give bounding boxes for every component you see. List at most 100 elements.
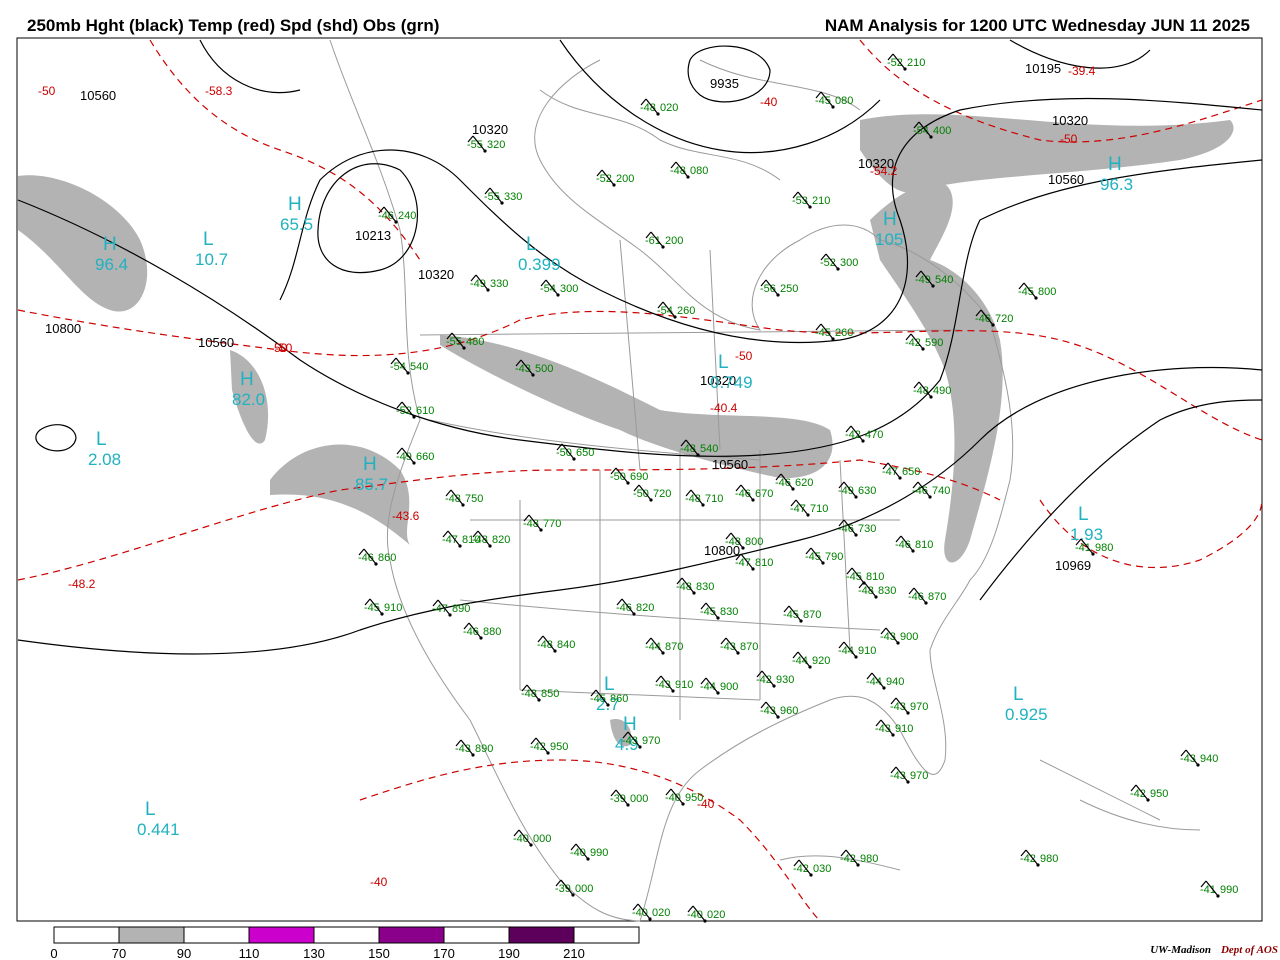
- obs-height: 660: [416, 451, 434, 463]
- station-obs: -56 250: [760, 279, 798, 297]
- height-label: 10195: [1025, 61, 1061, 76]
- station-obs: -42 470: [845, 425, 883, 443]
- obs-height: 910: [675, 679, 693, 691]
- obs-height: 610: [416, 405, 434, 417]
- obs-height: 970: [910, 770, 928, 782]
- station-obs: -48 540: [680, 439, 718, 457]
- station-obs: -44 940: [866, 672, 904, 690]
- low-center-symbol: L: [526, 234, 537, 255]
- obs-height: 210: [812, 195, 830, 207]
- station-obs: -61 200: [645, 231, 683, 249]
- obs-height: 910: [858, 645, 876, 657]
- colorbar-tick-label: 150: [368, 946, 390, 960]
- colorbar-segment: [443, 926, 510, 944]
- colorbar-segment: [313, 926, 380, 944]
- obs-height: 990: [590, 847, 608, 859]
- station-obs: -47 810: [735, 553, 773, 571]
- station-obs: -41 980: [1075, 538, 1113, 556]
- obs-height: 030: [813, 863, 831, 875]
- obs-height: 950: [550, 741, 568, 753]
- station-obs: -52 210: [887, 53, 925, 71]
- station-obs: -55 320: [467, 135, 505, 153]
- station-obs: -54 400: [913, 121, 951, 139]
- station-obs: -43 960: [760, 701, 798, 719]
- obs-height: 020: [707, 909, 725, 921]
- low-center-symbol: L: [203, 229, 214, 250]
- obs-height: 650: [576, 447, 594, 459]
- center-value: 105: [875, 230, 903, 249]
- credit-institution: UW-Madison: [1150, 944, 1211, 956]
- station-obs: -48 830: [858, 581, 896, 599]
- obs-height: 240: [398, 210, 416, 222]
- station-obs: -45 810: [846, 567, 884, 585]
- station-obs: -43 910: [655, 675, 693, 693]
- colorbar-segment: [53, 926, 120, 944]
- obs-height: 710: [705, 493, 723, 505]
- obs-height: 020: [660, 102, 678, 114]
- obs-height: 770: [543, 518, 561, 530]
- station-obs: -45 830: [700, 602, 738, 620]
- obs-height: 320: [487, 139, 505, 151]
- obs-height: 260: [677, 305, 695, 317]
- center-value: 96.4: [95, 255, 128, 274]
- station-obs: -49 330: [470, 274, 508, 292]
- height-label: 10800: [45, 321, 81, 336]
- station-obs: -42 030: [793, 859, 831, 877]
- station-obs: -44 870: [645, 637, 683, 655]
- colorbar-tick-label: 110: [239, 946, 260, 960]
- station-obs: -43 970: [622, 731, 660, 749]
- center-value: 0.399: [518, 255, 561, 274]
- obs-height: 810: [866, 571, 884, 583]
- station-obs: -46 880: [463, 622, 501, 640]
- obs-height: 330: [504, 191, 522, 203]
- station-obs: -43 970: [890, 697, 928, 715]
- height-label: 10320: [418, 267, 454, 282]
- obs-height: 540: [935, 274, 953, 286]
- obs-height: 730: [858, 523, 876, 535]
- obs-height: 020: [652, 907, 670, 919]
- station-obs: -40 990: [570, 843, 608, 861]
- station-obs: -40 020: [632, 903, 670, 921]
- speed-colorbar: 0 70 90 110 130 150 170 190 210: [50, 926, 640, 960]
- station-obs: -40 000: [513, 829, 551, 847]
- obs-height: 990: [1220, 884, 1238, 896]
- station-obs: -43 910: [875, 719, 913, 737]
- obs-height: 830: [720, 606, 738, 618]
- station-obs: -45 910: [364, 598, 402, 616]
- temperature-label: -48.2: [68, 577, 96, 591]
- station-obs: -47 650: [882, 462, 920, 480]
- station-obs: -40 020: [687, 905, 725, 923]
- station-obs: -42 980: [840, 849, 878, 867]
- obs-height: 260: [835, 327, 853, 339]
- colorbar-tick-label: 190: [498, 946, 520, 960]
- obs-height: 000: [575, 883, 593, 895]
- credit: UW-Madison Dept of AOS: [1150, 944, 1278, 956]
- obs-height: 950: [685, 792, 703, 804]
- colorbar-segment: [573, 926, 640, 944]
- temperature-label: -39.4: [1068, 64, 1096, 78]
- obs-height: 800: [1038, 286, 1056, 298]
- high-center-symbol: H: [1108, 154, 1122, 175]
- obs-height: 720: [653, 488, 671, 500]
- obs-height: 980: [1095, 542, 1113, 554]
- obs-height: 710: [810, 503, 828, 515]
- obs-height: 540: [700, 443, 718, 455]
- station-obs: -54 540: [390, 357, 428, 375]
- obs-height: 000: [630, 793, 648, 805]
- station-obs: -42 950: [1130, 784, 1168, 802]
- obs-height: 950: [1150, 788, 1168, 800]
- station-obs: -45 080: [815, 91, 853, 109]
- obs-height: 400: [933, 125, 951, 137]
- colorbar-tick-label: 90: [177, 946, 191, 960]
- credit-department: Dept of AOS: [1220, 944, 1278, 956]
- station-obs: -46 740: [912, 481, 950, 499]
- obs-height: 890: [452, 603, 470, 615]
- station-obs: -50 690: [610, 467, 648, 485]
- obs-height: 330: [490, 278, 508, 290]
- station-obs: -52 300: [820, 253, 858, 271]
- obs-height: 670: [755, 488, 773, 500]
- station-obs: -52 200: [596, 169, 634, 187]
- low-center-symbol: L: [145, 799, 156, 820]
- low-center-symbol: L: [1078, 504, 1089, 525]
- station-obs: -46 820: [616, 598, 654, 616]
